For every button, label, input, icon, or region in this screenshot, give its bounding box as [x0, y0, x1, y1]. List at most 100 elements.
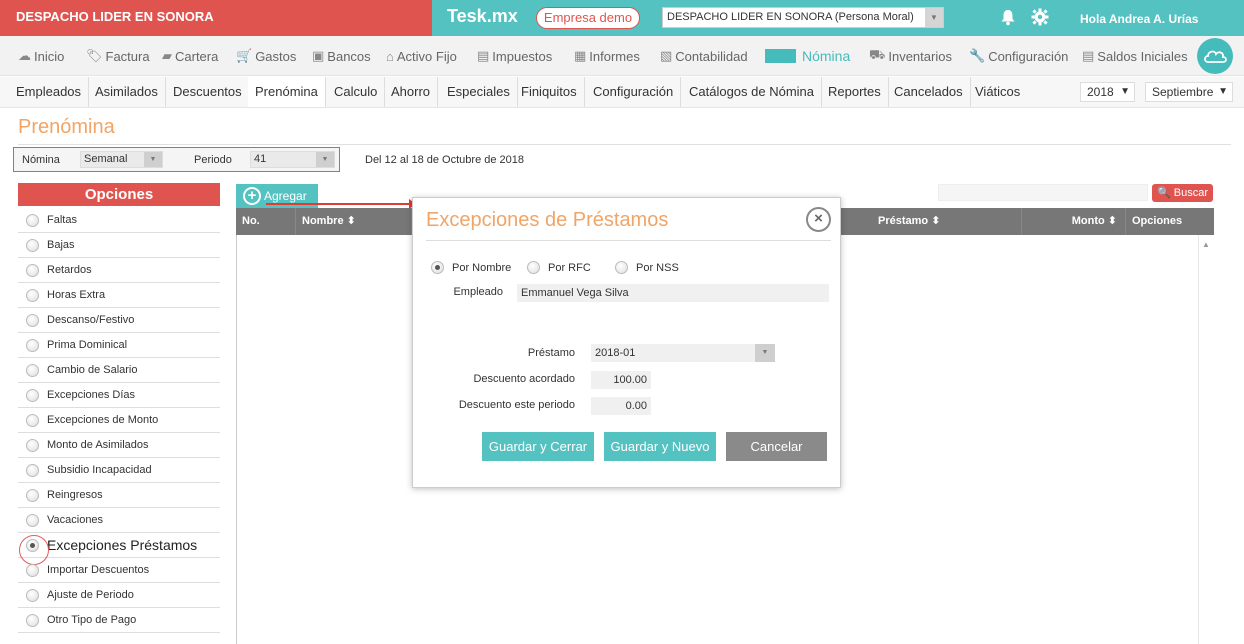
col-no[interactable]: No.	[236, 208, 296, 235]
subnav-reportes[interactable]: Reportes	[821, 77, 889, 107]
radio-icon[interactable]	[26, 413, 39, 427]
subnav-ahorro[interactable]: Ahorro	[384, 77, 439, 107]
radio-por-nombre[interactable]: Por Nombre	[431, 261, 511, 274]
radio-icon[interactable]	[26, 338, 39, 352]
tag-icon: 🏷	[86, 48, 103, 63]
user-greeting[interactable]: Hola Andrea A. Urías	[1080, 12, 1198, 26]
menu-impuestos[interactable]: ▤ Impuestos	[477, 36, 552, 76]
subnav-configuracion[interactable]: Configuración	[586, 77, 682, 107]
subnav-asimilados[interactable]: Asimilados	[88, 77, 166, 107]
option-subsidio-incapacidad[interactable]: Subsidio Incapacidad	[18, 458, 220, 483]
prestamo-select[interactable]: 2018-01 ▼	[591, 344, 775, 362]
scroll-up-icon[interactable]: ▲	[1202, 240, 1210, 249]
subnav-catalogos[interactable]: Catálogos de Nómina	[682, 77, 823, 107]
radio-icon[interactable]	[26, 613, 39, 627]
radio-icon[interactable]	[26, 263, 39, 277]
radio-por-nss[interactable]: Por NSS	[615, 261, 679, 274]
month-select[interactable]: Septiembre ▼	[1145, 82, 1233, 102]
descuento-acordado-field[interactable]: 100.00	[591, 371, 651, 389]
menu-saldos-iniciales[interactable]: ▤ Saldos Iniciales	[1082, 36, 1188, 76]
option-excepciones-prestamos[interactable]: Excepciones Préstamos	[18, 533, 220, 565]
periodo-select[interactable]: 41 ▼	[250, 151, 335, 168]
menu-informes[interactable]: ▦ Informes	[574, 36, 640, 76]
gear-icon[interactable]	[1031, 8, 1049, 26]
options-header: Opciones	[18, 183, 220, 206]
year-select[interactable]: 2018 ▼	[1080, 82, 1135, 102]
subnav-viaticos[interactable]: Viáticos	[968, 77, 1027, 107]
option-monto-asimilados[interactable]: Monto de Asimilados	[18, 433, 220, 458]
save-new-button[interactable]: Guardar y Nuevo	[604, 432, 716, 461]
subnav-empleados[interactable]: Empleados	[9, 77, 90, 107]
subnav-finiquitos[interactable]: Finiquitos	[514, 77, 585, 107]
option-ajuste-periodo[interactable]: Ajuste de Periodo	[18, 583, 220, 608]
payroll-filter: Nómina Semanal ▼ Periodo 41 ▼	[13, 147, 340, 172]
descuento-periodo-field[interactable]: 0.00	[591, 397, 651, 415]
caret-down-icon: ▼	[1218, 86, 1228, 97]
radio-icon[interactable]	[26, 563, 39, 577]
menu-bancos[interactable]: ▣ Bancos	[312, 36, 371, 76]
radio-icon[interactable]	[26, 488, 39, 502]
menu-configuracion[interactable]: 🔧 Configuración	[969, 36, 1068, 76]
radio-icon[interactable]	[615, 261, 628, 274]
chevron-down-icon: ▼	[144, 152, 162, 167]
menu-cartera[interactable]: ▰ Cartera	[162, 36, 218, 76]
company-select[interactable]: DESPACHO LIDER EN SONORA (Persona Moral)…	[662, 7, 944, 28]
option-otro-tipo-pago[interactable]: Otro Tipo de Pago	[18, 608, 220, 633]
radio-icon[interactable]	[26, 438, 39, 452]
radio-icon[interactable]	[26, 213, 39, 227]
radio-icon[interactable]	[26, 363, 39, 377]
option-horas-extra[interactable]: Horas Extra	[18, 283, 220, 308]
menu-nomina[interactable]: Nómina	[765, 36, 850, 76]
col-monto[interactable]: Monto ⬍	[1022, 208, 1126, 235]
option-importar-descuentos[interactable]: Importar Descuentos	[18, 558, 220, 583]
option-reingresos[interactable]: Reingresos	[18, 483, 220, 508]
subnav-calculo[interactable]: Calculo	[327, 77, 386, 107]
option-cambio-salario[interactable]: Cambio de Salario	[18, 358, 220, 383]
cloud-icon	[1204, 50, 1227, 63]
option-faltas[interactable]: Faltas	[18, 208, 220, 233]
radio-selected-icon[interactable]	[431, 261, 444, 274]
option-excepciones-dias[interactable]: Excepciones Días	[18, 383, 220, 408]
subnav-prenomina[interactable]: Prenómina	[248, 77, 326, 107]
radio-icon[interactable]	[26, 288, 39, 302]
option-retardos[interactable]: Retardos	[18, 258, 220, 283]
subnav-descuentos[interactable]: Descuentos	[166, 77, 250, 107]
close-icon[interactable]: ×	[806, 207, 831, 232]
radio-icon[interactable]	[26, 238, 39, 252]
empleado-field[interactable]: Emmanuel Vega Silva	[517, 284, 829, 302]
col-prestamo[interactable]: Préstamo ⬍	[872, 208, 1022, 235]
subnav-cancelados[interactable]: Cancelados	[887, 77, 971, 107]
period-range: Del 12 al 18 de Octubre de 2018	[365, 154, 525, 166]
nomina-select[interactable]: Semanal ▼	[80, 151, 163, 168]
search-input[interactable]	[938, 184, 1148, 201]
nomina-label: Nómina	[22, 154, 60, 166]
save-close-button[interactable]: Guardar y Cerrar	[482, 432, 594, 461]
menu-inventarios[interactable]: ⛟ Inventarios	[869, 36, 952, 76]
brand-logo[interactable]: Tesk.mx	[447, 6, 518, 27]
radio-selected-icon[interactable]	[26, 538, 39, 552]
radio-icon[interactable]	[527, 261, 540, 274]
menu-activo-fijo[interactable]: ⌂ Activo Fijo	[386, 36, 457, 76]
menu-gastos[interactable]: 🛒 Gastos	[236, 36, 296, 76]
grid-scrollbar[interactable]	[1198, 235, 1214, 644]
search-button[interactable]: 🔍 Buscar	[1152, 184, 1213, 202]
menu-contabilidad[interactable]: ▧ Contabilidad	[660, 36, 748, 76]
radio-icon[interactable]	[26, 388, 39, 402]
option-bajas[interactable]: Bajas	[18, 233, 220, 258]
bell-icon[interactable]	[999, 8, 1017, 26]
option-descanso-festivo[interactable]: Descanso/Festivo	[18, 308, 220, 333]
radio-por-rfc[interactable]: Por RFC	[527, 261, 591, 274]
radio-icon[interactable]	[26, 313, 39, 327]
subnav-especiales[interactable]: Especiales	[440, 77, 518, 107]
col-nombre[interactable]: Nombre ⬍	[296, 208, 412, 235]
menu-factura[interactable]: 🏷 Factura	[86, 36, 150, 76]
cloud-sync-button[interactable]	[1197, 38, 1233, 74]
radio-icon[interactable]	[26, 463, 39, 477]
menu-inicio[interactable]: ☁ Inicio	[18, 36, 64, 76]
option-vacaciones[interactable]: Vacaciones	[18, 508, 220, 533]
cancel-button[interactable]: Cancelar	[726, 432, 827, 461]
option-prima-dominical[interactable]: Prima Dominical	[18, 333, 220, 358]
option-excepciones-monto[interactable]: Excepciones de Monto	[18, 408, 220, 433]
radio-icon[interactable]	[26, 513, 39, 527]
radio-icon[interactable]	[26, 588, 39, 602]
